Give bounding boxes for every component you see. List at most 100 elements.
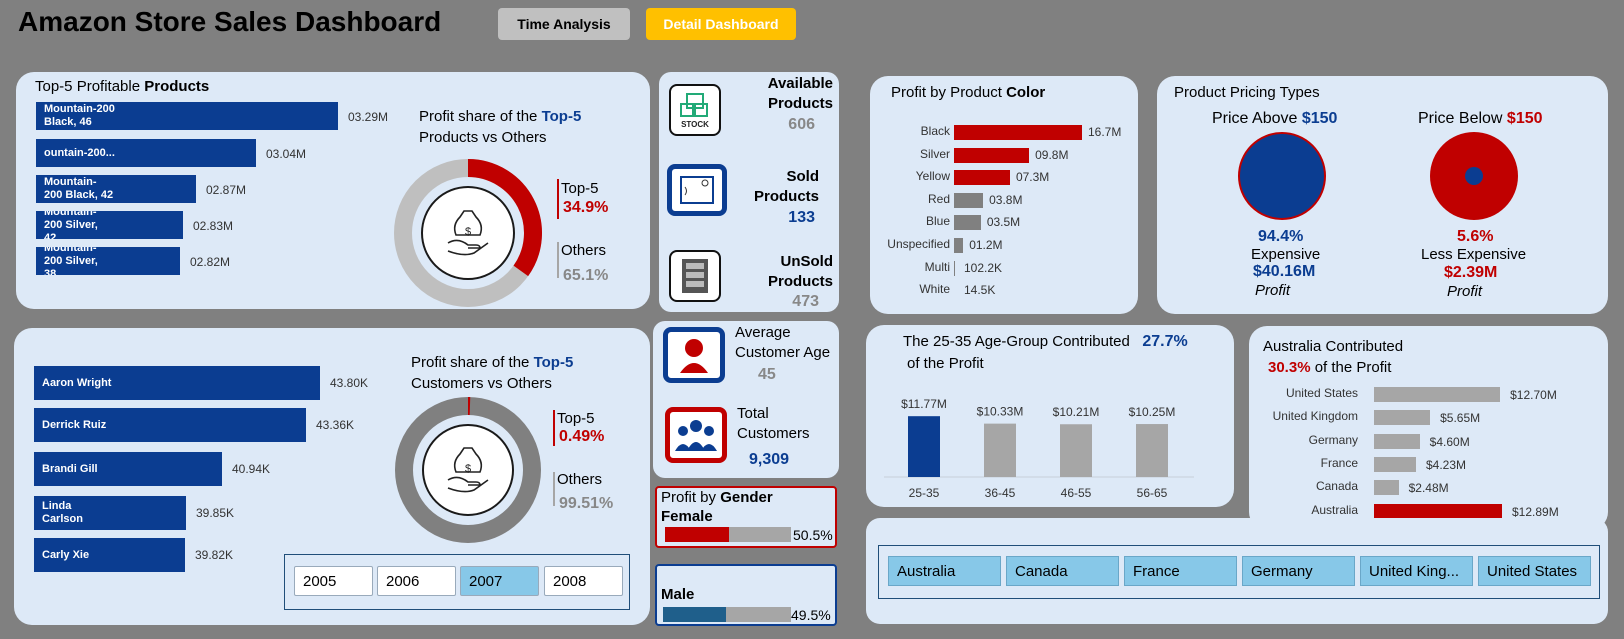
avg-age-value: 45 — [758, 366, 776, 383]
customer-age-icon — [663, 327, 725, 383]
cust-top5-pct: 0.49% — [559, 428, 605, 445]
product-kpi-card: STOCK Available Products 606 Sold Produc… — [659, 72, 839, 312]
year-2008-button[interactable]: 2008 — [544, 566, 623, 596]
country-bar — [1374, 480, 1399, 496]
below-pct: 5.6% — [1457, 228, 1494, 245]
male-bar-track — [663, 607, 791, 622]
age-chart-title: The 25-35 Age-Group Contributed 27.7% — [903, 333, 1188, 350]
product-bar: ountain-200... — [36, 139, 256, 167]
total-customers-value: 9,309 — [749, 451, 790, 468]
age-bar-label: $11.77M — [901, 397, 947, 411]
color-bar — [954, 215, 981, 231]
color-bar — [954, 147, 1030, 163]
others-pct: 65.1% — [563, 267, 609, 284]
male-label: Male — [661, 586, 695, 603]
price-below-pie — [1430, 132, 1518, 220]
color-bar — [954, 125, 1082, 140]
country-bar — [1374, 456, 1416, 472]
country-filter-button[interactable]: Australia — [888, 556, 1001, 586]
year-2007-button[interactable]: 2007 — [460, 566, 539, 596]
top5-label: Top-5 — [561, 180, 599, 197]
price-below-title: Price Below $150 — [1418, 110, 1543, 127]
cust-top5-marker — [553, 410, 555, 446]
available-products-label: Available Products — [767, 75, 833, 112]
gender-female-box: Profit by Gender Female 50.5% — [655, 486, 837, 548]
color-label: Unspecified — [887, 237, 950, 251]
color-label: Multi — [924, 259, 950, 274]
stock-icon: STOCK — [669, 84, 721, 136]
male-pct: 49.5% — [791, 607, 831, 623]
country-filter-button[interactable]: United States — [1478, 556, 1591, 586]
age-chart-card: The 25-35 Age-Group Contributed 27.7% of… — [866, 325, 1234, 507]
above-profit: $40.16M — [1253, 263, 1316, 280]
price-above-pie — [1238, 132, 1326, 220]
others-label: Others — [561, 242, 607, 259]
country-bar-value: $4.23M — [1426, 457, 1467, 472]
above-pct: 94.4% — [1258, 228, 1304, 245]
pricing-title: Product Pricing Types — [1174, 84, 1320, 101]
customer-bar-value: 43.36K — [316, 418, 355, 432]
top-products-title: Top-5 Profitable Products — [35, 78, 210, 95]
age-bar-label: $10.33M — [977, 405, 1024, 419]
price-above-title: Price Above $150 — [1212, 110, 1338, 127]
cust-others-pct: 99.51% — [559, 495, 614, 512]
cust-top5-label: Top-5 — [557, 410, 595, 427]
avg-age-label: Average Customer Age — [735, 324, 831, 361]
cust-others-marker — [553, 472, 555, 506]
country-filter-button[interactable]: France — [1124, 556, 1237, 586]
year-2005-button[interactable]: 2005 — [294, 566, 373, 596]
detail-dashboard-button[interactable]: Detail Dashboard — [646, 8, 796, 40]
country-label: Canada — [1315, 479, 1358, 494]
age-bar — [908, 416, 940, 477]
country-filter-button[interactable]: Germany — [1242, 556, 1355, 586]
age-bar-label: $10.21M — [1053, 405, 1100, 419]
customer-bar-value: 43.80K — [330, 376, 369, 390]
age-category-label: 46-55 — [1061, 486, 1092, 500]
product-share-title: Profit share of the Top-5 Products vs Ot… — [419, 108, 582, 146]
customer-bar: Derrick Ruiz — [34, 408, 306, 442]
country-label: United States — [1285, 386, 1358, 400]
available-products-value: 606 — [788, 116, 815, 133]
color-label: Silver — [919, 146, 950, 161]
gender-male-box: Male 49.5% — [655, 564, 837, 626]
time-analysis-button[interactable]: Time Analysis — [498, 8, 630, 40]
svg-text:$: $ — [465, 463, 471, 475]
year-2006-button[interactable]: 2006 — [377, 566, 456, 596]
age-category-label: 36-45 — [985, 486, 1016, 500]
above-profit-label: Profit — [1255, 282, 1291, 299]
color-label: White — [919, 282, 950, 297]
year-slicer: 2005 2006 2007 2008 — [284, 554, 630, 610]
unsold-products-value: 473 — [792, 293, 819, 310]
country-filter-button[interactable]: Canada — [1006, 556, 1119, 586]
age-bar — [984, 423, 1016, 477]
country-label: France — [1320, 455, 1358, 470]
product-share-donut: $ — [394, 159, 542, 307]
sold-products-icon — [667, 164, 727, 216]
color-label: Black — [920, 124, 950, 138]
customer-bar: Aaron Wright — [34, 366, 320, 400]
age-bar — [1060, 424, 1092, 477]
color-label: Red — [927, 191, 950, 206]
country-filter-button[interactable]: United King... — [1360, 556, 1473, 586]
below-profit-label: Profit — [1447, 283, 1483, 300]
color-bar — [954, 192, 984, 208]
country-bar-value: $12.89M — [1512, 504, 1559, 519]
customer-bar: Carly Xie — [34, 538, 185, 572]
svg-text:STOCK: STOCK — [681, 120, 709, 129]
sold-products-value: 133 — [788, 209, 815, 226]
color-chart-card: Profit by Product Color Black 16.7M Silver… — [870, 76, 1138, 314]
top-customers-card: Aaron Wright 43.80K Derrick Ruiz 43.36K Bran… — [14, 328, 650, 625]
age-bar — [1136, 424, 1168, 477]
age-chart-subtitle: of the Profit — [907, 355, 984, 372]
country-chart-title: Australia Contributed — [1263, 338, 1404, 355]
female-bar-track — [665, 527, 791, 542]
customer-bar-value: 39.82K — [195, 548, 234, 562]
top5-marker — [557, 179, 559, 219]
sold-products-label: Sold Products — [753, 168, 819, 205]
color-bar-value: 03.5M — [986, 215, 1021, 230]
product-bar: Mountain-200 Black, 46 — [36, 102, 338, 130]
pricing-card: Product Pricing Types Price Above $150 P… — [1157, 76, 1608, 314]
product-bar: Mountain- 200 Silver, 38 — [36, 247, 180, 275]
age-category-label: 25-35 — [909, 486, 940, 500]
color-label: Blue — [925, 214, 950, 229]
